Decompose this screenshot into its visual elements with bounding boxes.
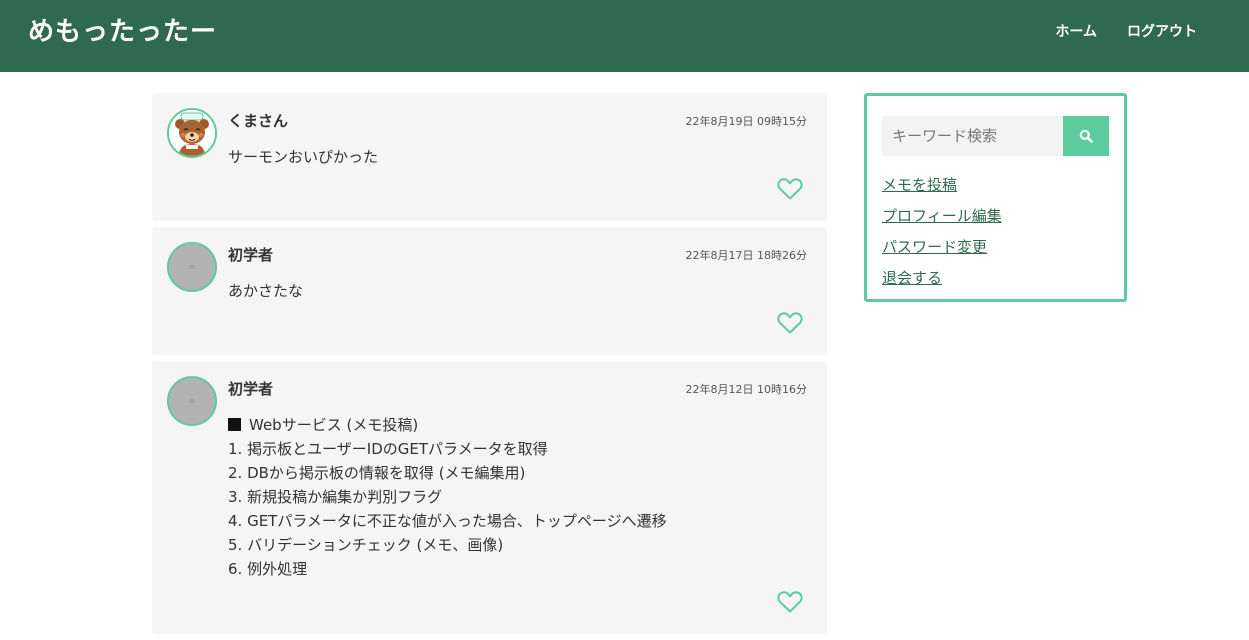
heart-icon[interactable] (777, 590, 803, 614)
post-card: 初学者 22年8月17日 18時26分 あかさたな (152, 227, 827, 355)
sidebar-links: メモを投稿 プロフィール編集 パスワード変更 退会する (882, 174, 1002, 298)
post-username[interactable]: くまさん (228, 111, 288, 131)
site-logo[interactable]: めもったったー (28, 14, 217, 50)
post-text-line: 6. 例外処理 (228, 560, 308, 578)
post-text-line: Webサービス (メモ投稿) (228, 413, 667, 437)
heart-icon[interactable] (777, 311, 803, 335)
post-text-line: 5. バリデーションチェック (メモ、画像) (228, 536, 504, 554)
post-text-line: 4. GETパラメータに不正な値が入った場合、トップページへ遷移 (228, 512, 667, 530)
post-body: サーモンおいぴかった (228, 145, 378, 169)
default-avatar-icon (169, 244, 215, 290)
post-text-line: あかさたな (228, 282, 304, 300)
heart-icon[interactable] (777, 177, 803, 201)
post-date: 22年8月19日 09時15分 (685, 115, 807, 128)
nav-logout-link[interactable]: ログアウト (1127, 22, 1197, 42)
post-username[interactable]: 初学者 (228, 379, 273, 399)
post-date: 22年8月12日 10時16分 (685, 383, 807, 396)
search-input[interactable] (882, 116, 1063, 156)
site-header: めもったったー ホーム ログアウト (0, 0, 1249, 72)
post-card: 初学者 22年8月12日 10時16分 Webサービス (メモ投稿) 1. 掲示… (152, 361, 827, 634)
default-avatar-icon (169, 378, 215, 424)
post-text-line: 1. 掲示板とユーザーIDのGETパラメータを取得 (228, 440, 548, 458)
post-body: Webサービス (メモ投稿) 1. 掲示板とユーザーIDのGETパラメータを取得… (228, 413, 667, 581)
nav-home-link[interactable]: ホーム (1055, 22, 1097, 42)
search-form (882, 116, 1109, 156)
avatar[interactable] (167, 376, 217, 426)
post-text-line: 3. 新規投稿か編集か判別フラグ (228, 488, 443, 506)
search-icon (1079, 129, 1093, 143)
post-text-line: サーモンおいぴかった (228, 148, 379, 166)
avatar[interactable] (167, 108, 217, 158)
post-text-line: 2. DBから掲示板の情報を取得 (メモ編集用) (228, 464, 526, 482)
post-list: くまさん 22年8月19日 09時15分 サーモンおいぴかった 初学者 22年8… (152, 93, 827, 640)
search-button[interactable] (1063, 116, 1109, 156)
sidebar-link-withdraw[interactable]: 退会する (882, 267, 1002, 289)
post-username[interactable]: 初学者 (228, 245, 273, 265)
sidebar-link-new-memo[interactable]: メモを投稿 (882, 174, 1002, 196)
sidebar-link-edit-profile[interactable]: プロフィール編集 (882, 205, 1002, 227)
post-date: 22年8月17日 18時26分 (685, 249, 807, 262)
avatar[interactable] (167, 242, 217, 292)
sidebar-link-change-password[interactable]: パスワード変更 (882, 236, 1002, 258)
sidebar: メモを投稿 プロフィール編集 パスワード変更 退会する (864, 93, 1127, 302)
main-nav: ホーム ログアウト (1055, 22, 1197, 42)
post-card: くまさん 22年8月19日 09時15分 サーモンおいぴかった (152, 93, 827, 221)
post-body: あかさたな (228, 279, 303, 303)
bear-avatar-icon (169, 110, 215, 156)
square-bullet-icon (228, 418, 241, 431)
post-heading-text: Webサービス (メモ投稿) (249, 416, 419, 434)
